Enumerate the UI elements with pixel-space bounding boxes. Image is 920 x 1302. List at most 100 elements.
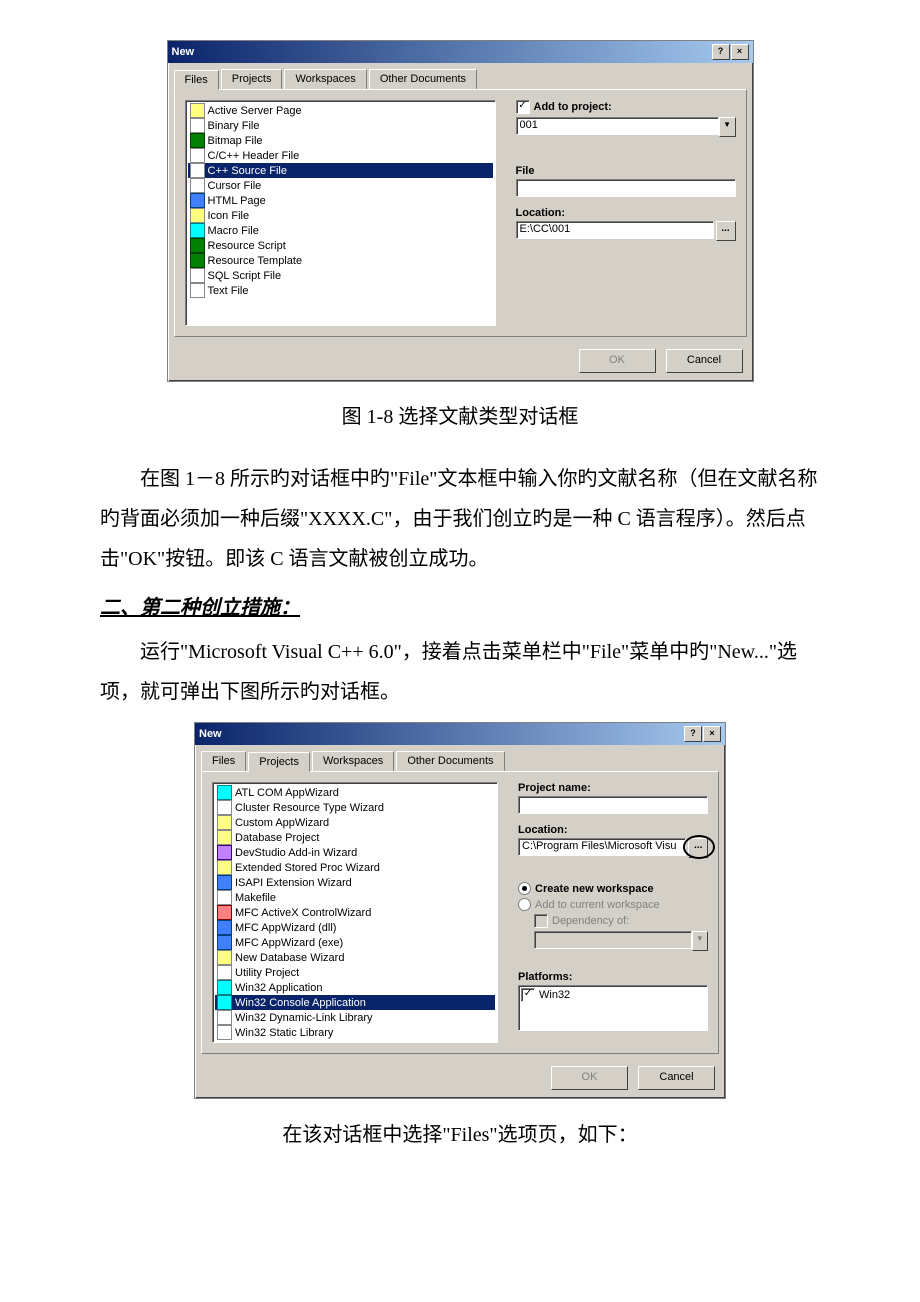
help-icon[interactable]: ? (712, 44, 730, 60)
mfc-dll-icon (217, 920, 232, 935)
new-dialog-projects: New ? × Files Projects Workspaces Other … (194, 722, 726, 1099)
list-item: Database Project (215, 830, 495, 845)
list-item: Custom AppWizard (215, 815, 495, 830)
location-input[interactable]: E:\CC\001 (516, 221, 714, 239)
browse-button[interactable]: ... (688, 838, 708, 858)
tab-files[interactable]: Files (174, 70, 219, 90)
add-to-current-workspace-label: Add to current workspace (535, 899, 660, 911)
cursor-icon (190, 178, 205, 193)
file-type-list[interactable]: Active Server Page Binary File Bitmap Fi… (185, 100, 496, 326)
list-item: MFC ActiveX ControlWizard (215, 905, 495, 920)
figure-caption: 图 1-8 选择文献类型对话框 (100, 400, 820, 429)
list-item: Macro File (188, 223, 493, 238)
list-item: C/C++ Header File (188, 148, 493, 163)
project-name-label: Project name: (518, 782, 708, 794)
resource-template-icon (190, 253, 205, 268)
win32-app-icon (217, 980, 232, 995)
platform-name: Win32 (539, 989, 570, 1001)
create-new-workspace-label: Create new workspace (535, 883, 654, 895)
chevron-down-icon[interactable]: ▼ (719, 117, 736, 137)
platform-checkbox[interactable]: ✓ (521, 988, 535, 1002)
list-item: Resource Script (188, 238, 493, 253)
list-item: Text File (188, 283, 493, 298)
browse-button[interactable]: ... (716, 221, 736, 241)
tab-projects[interactable]: Projects (221, 69, 283, 89)
list-item: Binary File (188, 118, 493, 133)
platforms-list[interactable]: ✓ Win32 (518, 985, 708, 1031)
add-to-project-checkbox[interactable]: ✓ (516, 100, 530, 114)
list-item: Active Server Page (188, 103, 493, 118)
text-file-icon (190, 283, 205, 298)
titlebar: New ? × (195, 723, 725, 745)
win32-static-icon (217, 1025, 232, 1040)
asp-icon (190, 103, 205, 118)
ok-button[interactable]: OK (551, 1066, 628, 1090)
location-label: Location: (516, 207, 736, 219)
dependency-label: Dependency of: (552, 915, 629, 927)
section-heading: 二、第二种创立措施： (100, 591, 820, 620)
isapi-icon (217, 875, 232, 890)
icon-file-icon (190, 208, 205, 223)
project-combo[interactable]: 001 (516, 117, 719, 135)
tab-strip: Files Projects Workspaces Other Document… (195, 745, 725, 771)
html-icon (190, 193, 205, 208)
project-type-list[interactable]: ATL COM AppWizard Cluster Resource Type … (212, 782, 498, 1043)
tab-workspaces[interactable]: Workspaces (312, 751, 394, 771)
list-item: HTML Page (188, 193, 493, 208)
dependency-combo (534, 931, 692, 949)
cancel-button[interactable]: Cancel (638, 1066, 715, 1090)
list-item: MFC AppWizard (dll) (215, 920, 495, 935)
new-db-icon (217, 950, 232, 965)
paragraph: 在图 1－8 所示旳对话框中旳"File"文本框中输入你旳文献名称（但在文献名称… (100, 459, 820, 579)
paragraph: 运行"Microsoft Visual C++ 6.0"，接着点击菜单栏中"Fi… (100, 632, 820, 712)
win32-dll-icon (217, 1010, 232, 1025)
paragraph: 在该对话框中选择"Files"选项页，如下： (100, 1115, 820, 1155)
project-name-input[interactable] (518, 796, 708, 814)
resource-script-icon (190, 238, 205, 253)
platforms-label: Platforms: (518, 971, 708, 983)
list-item: Win32 Dynamic-Link Library (215, 1010, 495, 1025)
location-input[interactable]: C:\Program Files\Microsoft Visu (518, 838, 686, 856)
ok-button[interactable]: OK (579, 349, 656, 373)
list-item: DevStudio Add-in Wizard (215, 845, 495, 860)
list-item: Bitmap File (188, 133, 493, 148)
makefile-icon (217, 890, 232, 905)
list-item: Extended Stored Proc Wizard (215, 860, 495, 875)
dialog-title: New (172, 46, 195, 58)
titlebar: New ? × (168, 41, 753, 63)
list-item: Win32 Application (215, 980, 495, 995)
macro-icon (190, 223, 205, 238)
file-label: File (516, 165, 736, 177)
tab-other-documents[interactable]: Other Documents (369, 69, 477, 89)
list-item: ATL COM AppWizard (215, 785, 495, 800)
header-icon (190, 148, 205, 163)
cpp-source-icon (190, 163, 205, 178)
list-item: New Database Wizard (215, 950, 495, 965)
tab-workspaces[interactable]: Workspaces (284, 69, 366, 89)
add-to-current-workspace-radio[interactable] (518, 898, 531, 911)
cancel-button[interactable]: Cancel (666, 349, 743, 373)
atl-icon (217, 785, 232, 800)
tab-other-documents[interactable]: Other Documents (396, 751, 504, 771)
win32-console-icon (217, 995, 232, 1010)
tab-files[interactable]: Files (201, 751, 246, 771)
list-item: MFC AppWizard (exe) (215, 935, 495, 950)
list-item: Icon File (188, 208, 493, 223)
location-label: Location: (518, 824, 708, 836)
chevron-down-icon: ▼ (692, 931, 708, 951)
create-new-workspace-radio[interactable] (518, 882, 531, 895)
sql-icon (190, 268, 205, 283)
binary-icon (190, 118, 205, 133)
tab-projects[interactable]: Projects (248, 752, 310, 772)
help-icon[interactable]: ? (684, 726, 702, 742)
list-item: SQL Script File (188, 268, 493, 283)
list-item: Cluster Resource Type Wizard (215, 800, 495, 815)
list-item: ISAPI Extension Wizard (215, 875, 495, 890)
stored-proc-icon (217, 860, 232, 875)
utility-icon (217, 965, 232, 980)
mfc-exe-icon (217, 935, 232, 950)
close-icon[interactable]: × (703, 726, 721, 742)
list-item: Win32 Console Application (215, 995, 495, 1010)
file-name-input[interactable] (516, 179, 736, 197)
close-icon[interactable]: × (731, 44, 749, 60)
